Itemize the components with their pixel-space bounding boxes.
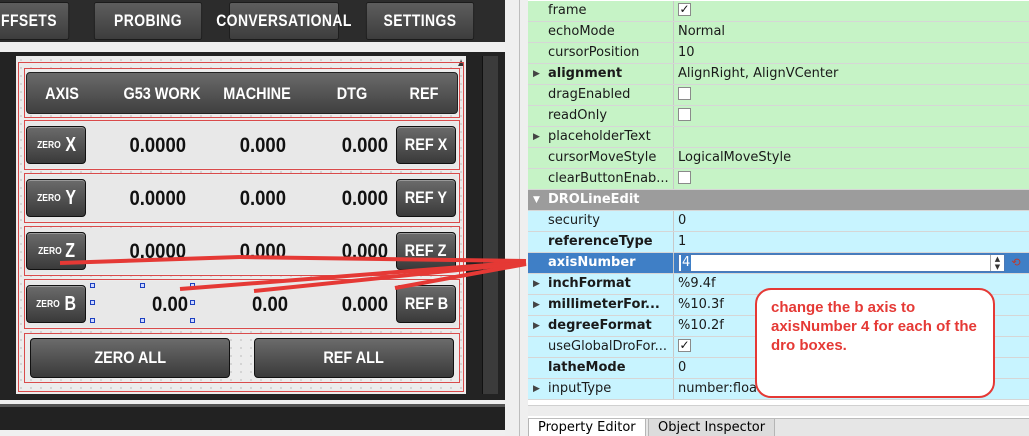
tab-object-inspector[interactable]: Object Inspector <box>648 419 776 436</box>
property-row-echomode[interactable]: echoMode Normal <box>528 22 1029 43</box>
resize-handle[interactable] <box>140 318 145 323</box>
reset-property-icon[interactable]: ⟲ <box>1008 255 1024 271</box>
property-name: referenceType <box>528 232 674 252</box>
property-name: clearButtonEnab... <box>528 169 674 189</box>
property-row-placeholdertext[interactable]: ▶ placeholderText <box>528 127 1029 148</box>
bottom-strip <box>0 404 505 430</box>
tab-bar: FFSETS PROBING CONVERSATIONAL SETTINGS <box>0 0 505 42</box>
property-name: cursorMoveStyle <box>528 148 674 168</box>
resize-handle[interactable] <box>90 300 95 305</box>
property-value[interactable] <box>675 106 1029 126</box>
property-name: inputType <box>528 379 674 399</box>
row-outline <box>24 173 460 223</box>
resize-handle[interactable] <box>90 318 95 323</box>
property-row-referencetype[interactable]: referenceType 1 <box>528 232 1029 253</box>
resize-handle[interactable] <box>90 283 95 288</box>
group-name: DROLineEdit <box>548 192 640 207</box>
resize-handle[interactable] <box>190 318 195 323</box>
property-row-cursorposition[interactable]: cursorPosition 10 <box>528 43 1029 64</box>
property-group-drolineedit[interactable]: ▼ DROLineEdit <box>528 190 1029 211</box>
property-name: useGlobalDroFor... <box>528 337 674 357</box>
property-value[interactable]: LogicalMoveStyle <box>675 148 1029 168</box>
property-row-frame[interactable]: frame ✓ <box>528 1 1029 22</box>
tab-label: PROBING <box>114 11 182 30</box>
dock-tabs: Property Editor Object Inspector <box>528 418 1029 436</box>
tab-label: FFSETS <box>1 11 57 30</box>
splitter-line <box>519 0 520 436</box>
checkbox-checked-icon[interactable]: ✓ <box>678 339 691 352</box>
tab-settings[interactable]: SETTINGS <box>365 2 475 40</box>
spinbox-value[interactable]: 4 <box>681 255 692 271</box>
resize-handle[interactable] <box>190 283 195 288</box>
property-value[interactable]: AlignRight, AlignVCenter <box>675 64 1029 84</box>
designer-canvas: FFSETS PROBING CONVERSATIONAL SETTINGS ▲… <box>0 0 505 436</box>
tab-label: SETTINGS <box>383 11 457 30</box>
property-name: placeholderText <box>528 127 674 147</box>
property-name: readOnly <box>528 106 674 126</box>
tab-property-editor[interactable]: Property Editor <box>528 419 646 436</box>
checkbox-unchecked-icon[interactable] <box>678 171 691 184</box>
tab-probing[interactable]: PROBING <box>93 2 203 40</box>
property-row-dragenabled[interactable]: dragEnabled <box>528 85 1029 106</box>
checkbox-unchecked-icon[interactable] <box>678 108 691 121</box>
row-outline <box>24 226 460 276</box>
property-value[interactable]: ✓ <box>675 1 1029 21</box>
property-row-cursormovestyle[interactable]: cursorMoveStyle LogicalMoveStyle <box>528 148 1029 169</box>
checkbox-checked-icon[interactable]: ✓ <box>678 3 691 16</box>
annotation-callout: change the b axis to axisNumber 4 for ea… <box>755 288 995 398</box>
property-value[interactable] <box>675 169 1029 189</box>
property-value[interactable]: 0 <box>675 211 1029 231</box>
buttons-outline <box>24 333 460 383</box>
property-name: echoMode <box>528 22 674 42</box>
property-value[interactable]: Normal <box>675 22 1029 42</box>
header-outline <box>24 68 460 118</box>
property-row-clearbuttonenabled[interactable]: clearButtonEnab... <box>528 169 1029 190</box>
annotation-text: change the b axis to axisNumber 4 for ea… <box>771 299 977 354</box>
property-name: inchFormat <box>528 274 674 294</box>
property-value[interactable] <box>675 85 1029 105</box>
tab-label: CONVERSATIONAL <box>216 11 352 30</box>
property-value[interactable] <box>675 127 1029 147</box>
property-row-readonly[interactable]: readOnly <box>528 106 1029 127</box>
horizontal-scrollbar[interactable] <box>528 405 1029 416</box>
property-value[interactable]: 1 <box>675 232 1029 252</box>
property-name: security <box>528 211 674 231</box>
axisnumber-spinbox[interactable]: 4 ▲ ▼ <box>678 254 1005 272</box>
resize-handle[interactable] <box>140 283 145 288</box>
property-row-alignment[interactable]: ▶ alignment AlignRight, AlignVCenter <box>528 64 1029 85</box>
checkbox-unchecked-icon[interactable] <box>678 87 691 100</box>
side-rail <box>482 56 498 394</box>
splitter[interactable] <box>505 0 529 436</box>
tab-conversational[interactable]: CONVERSATIONAL <box>216 2 351 40</box>
tab-offsets[interactable]: FFSETS <box>0 2 70 40</box>
property-name: axisNumber <box>528 253 674 273</box>
property-name: alignment <box>528 64 674 84</box>
property-name: degreeFormat <box>528 316 674 336</box>
resize-handle[interactable] <box>190 300 195 305</box>
row-outline <box>24 120 460 170</box>
property-name: dragEnabled <box>528 85 674 105</box>
property-name: latheMode <box>528 358 674 378</box>
spinbox-arrows-icon[interactable]: ▲ ▼ <box>990 255 1004 271</box>
property-value[interactable]: 10 <box>675 43 1029 63</box>
property-row-axisnumber[interactable]: axisNumber 4 ▲ ▼ ⟲ <box>528 253 1029 274</box>
property-name: cursorPosition <box>528 43 674 63</box>
property-name: frame <box>528 1 674 21</box>
property-row-security[interactable]: security 0 <box>528 211 1029 232</box>
property-name: millimeterFor... <box>528 295 674 315</box>
